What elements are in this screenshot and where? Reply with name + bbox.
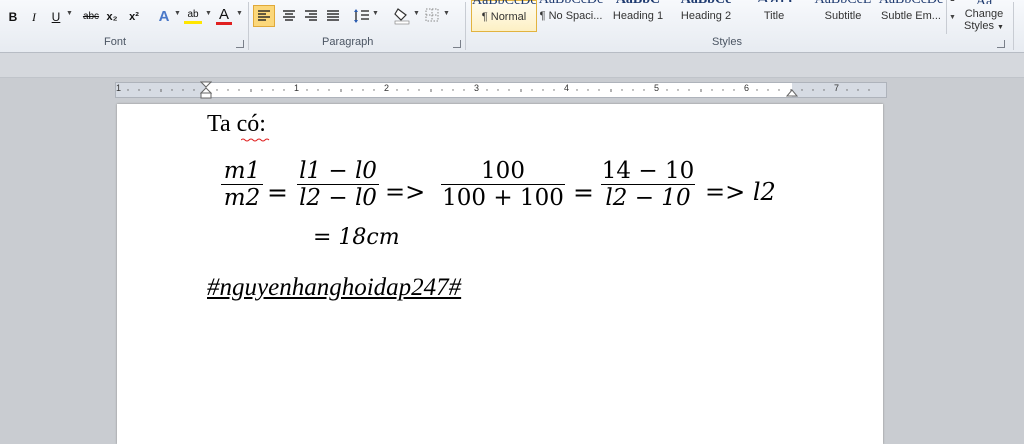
styles-dialog-launcher-icon[interactable] bbox=[997, 40, 1005, 48]
style-name-no-spacing: ¶ No Spaci... bbox=[539, 10, 603, 22]
style-name-heading-1: Heading 1 bbox=[612, 10, 664, 22]
fraction-denominator: m2 bbox=[221, 184, 263, 211]
style-heading-2[interactable]: AaBbCc Heading 2 bbox=[673, 0, 739, 32]
italic-button[interactable]: I bbox=[28, 8, 40, 26]
paragraph-dialog-launcher-icon[interactable] bbox=[453, 40, 461, 48]
right-indent-marker-icon[interactable] bbox=[786, 86, 798, 97]
paragraph-group-label: Paragraph bbox=[322, 36, 374, 48]
style-preview: AaBbCcDc bbox=[878, 0, 944, 4]
change-styles-label: Change bbox=[964, 8, 1004, 20]
align-left-button[interactable] bbox=[253, 5, 275, 27]
style-name-subtitle: Subtitle bbox=[824, 10, 862, 22]
change-styles-icon: Aa bbox=[975, 0, 993, 4]
font-color-button[interactable]: A bbox=[216, 7, 232, 25]
implies-arrow: => bbox=[385, 178, 426, 206]
style-preview: AaBbC bbox=[605, 0, 671, 4]
change-styles-button[interactable]: Aa Change Styles ▼ bbox=[961, 0, 1007, 34]
fraction-numerator: m1 bbox=[223, 158, 261, 184]
horizontal-ruler[interactable]: 1 1 2 3 4 5 6 7 bbox=[115, 81, 887, 99]
change-styles-label-2: Styles bbox=[964, 20, 994, 32]
fraction-l1-l0: l1 − l0 l2 − l0 bbox=[297, 158, 379, 211]
align-left-icon bbox=[258, 10, 270, 21]
highlight-button[interactable]: ab bbox=[184, 8, 202, 24]
styles-group-label: Styles bbox=[712, 36, 742, 48]
align-center-icon[interactable] bbox=[279, 6, 299, 26]
subscript-button[interactable]: x₂ bbox=[104, 8, 120, 26]
ribbon-separator bbox=[248, 2, 249, 50]
ruler-number: 3 bbox=[474, 83, 480, 93]
ruler-number: 4 bbox=[564, 83, 570, 93]
ruler-number: 2 bbox=[384, 83, 390, 93]
style-preview: AaBbCc bbox=[673, 0, 739, 4]
fraction-denominator: l2 − 10 bbox=[601, 184, 695, 211]
equation-result: = 18cm bbox=[313, 225, 400, 250]
more-styles-icon[interactable]: ▼ bbox=[949, 14, 956, 21]
line-spacing-dropdown-icon[interactable]: ▼ bbox=[372, 10, 379, 17]
highlight-dropdown-icon[interactable]: ▼ bbox=[205, 10, 212, 17]
ribbon-separator bbox=[465, 2, 466, 50]
spellcheck-squiggle bbox=[241, 138, 270, 142]
fraction-100: 100 100 + 100 bbox=[441, 158, 565, 211]
indent-marker-icon[interactable] bbox=[200, 81, 212, 99]
ribbon-shadow-strip bbox=[0, 53, 1024, 78]
fraction-denominator: 100 + 100 bbox=[441, 184, 565, 211]
font-group-label: Font bbox=[104, 36, 127, 48]
ruler-number: 5 bbox=[654, 83, 660, 93]
text-effects-icon[interactable]: A bbox=[156, 8, 172, 26]
ruler-number: 1 bbox=[294, 83, 300, 93]
underline-dropdown-icon[interactable]: ▼ bbox=[66, 10, 73, 17]
style-preview: AaBbCcDc bbox=[538, 0, 604, 4]
underline-button[interactable]: U bbox=[50, 8, 62, 26]
fraction-numerator: 100 bbox=[481, 158, 525, 184]
align-right-icon[interactable] bbox=[301, 6, 321, 26]
justify-icon[interactable] bbox=[323, 6, 343, 26]
ruler-number: 6 bbox=[744, 83, 750, 93]
style-heading-1[interactable]: AaBbC Heading 1 bbox=[605, 0, 671, 32]
chevron-down-icon: ▼ bbox=[997, 24, 1004, 31]
bold-button[interactable]: B bbox=[6, 8, 20, 26]
style-title[interactable]: AaB Title bbox=[741, 0, 807, 32]
equals-sign: = bbox=[267, 178, 288, 207]
style-name-title: Title bbox=[763, 10, 785, 22]
implies-arrow-l2: => l2 bbox=[705, 178, 776, 206]
equals-sign: = bbox=[573, 178, 594, 207]
chevron-up-icon[interactable]: ▲ bbox=[949, 0, 956, 3]
shading-icon[interactable] bbox=[392, 5, 412, 25]
style-normal[interactable]: AaBbCcDc ¶ Normal bbox=[471, 0, 537, 32]
font-dialog-launcher-icon[interactable] bbox=[236, 40, 244, 48]
styles-gallery-scroll[interactable]: ▲ ▼ bbox=[946, 0, 959, 34]
style-no-spacing[interactable]: AaBbCcDc ¶ No Spaci... bbox=[538, 0, 604, 32]
ribbon: B I U ▼ abc x₂ x² A ▼ ab ▼ A ▼ Font ▼ ▼ … bbox=[0, 0, 1024, 53]
line-spacing-icon[interactable] bbox=[352, 6, 372, 26]
fraction-numerator: l1 − l0 bbox=[299, 158, 377, 184]
fraction-m1-m2: m1 m2 bbox=[221, 158, 263, 211]
text-effects-dropdown-icon[interactable]: ▼ bbox=[174, 10, 181, 17]
style-name-normal: ¶ Normal bbox=[481, 11, 527, 23]
style-preview: AaBbCcL bbox=[810, 0, 876, 4]
font-color-dropdown-icon[interactable]: ▼ bbox=[236, 10, 243, 17]
document-page[interactable]: Ta có: m1 m2 = l1 − l0 l2 − l0 => 100 10… bbox=[117, 104, 883, 444]
style-name-heading-2: Heading 2 bbox=[680, 10, 732, 22]
change-styles-label: Styles ▼ bbox=[961, 20, 1007, 32]
ribbon-separator bbox=[1013, 2, 1014, 50]
style-name-subtle-emphasis: Subtle Em... bbox=[881, 10, 941, 22]
style-subtitle[interactable]: AaBbCcL Subtitle bbox=[810, 0, 876, 32]
borders-dropdown-icon[interactable]: ▼ bbox=[443, 10, 450, 17]
ruler-number: 1 bbox=[116, 83, 122, 93]
ruler-ticks bbox=[127, 89, 870, 92]
strikethrough-button[interactable]: abc bbox=[80, 8, 102, 26]
style-preview: AaBbCcDc bbox=[472, 0, 536, 5]
style-preview: AaB bbox=[741, 0, 807, 2]
superscript-button[interactable]: x² bbox=[126, 8, 142, 26]
borders-icon[interactable] bbox=[423, 6, 441, 24]
fraction-14-10: 14 − 10 l2 − 10 bbox=[601, 158, 695, 211]
style-subtle-emphasis[interactable]: AaBbCcDc Subtle Em... bbox=[878, 0, 944, 32]
hashtag-text[interactable]: #nguyenhanghoidap247# bbox=[207, 274, 461, 302]
shading-dropdown-icon[interactable]: ▼ bbox=[413, 10, 420, 17]
intro-text-content: Ta có: bbox=[207, 111, 266, 137]
ruler-number: 7 bbox=[834, 83, 840, 93]
fraction-denominator: l2 − l0 bbox=[297, 184, 379, 211]
fraction-numerator: 14 − 10 bbox=[601, 158, 695, 184]
intro-text[interactable]: Ta có: bbox=[207, 111, 266, 138]
